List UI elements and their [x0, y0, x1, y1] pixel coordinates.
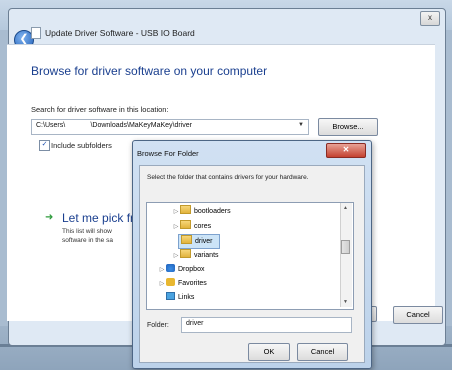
- search-location-label: Search for driver software in this locat…: [31, 105, 169, 114]
- dialog-instruction: Select the folder that contains drivers …: [147, 174, 309, 181]
- page-heading: Browse for driver software on your compu…: [31, 64, 268, 78]
- pick-description-line1: This list will show: [62, 228, 112, 235]
- tree-item-label: driver: [195, 238, 213, 245]
- tree-item-label: cores: [194, 223, 212, 230]
- tree-scrollbar[interactable]: [340, 203, 352, 307]
- tree-item-label: Links: [178, 294, 195, 301]
- expand-arrow-icon[interactable]: ▷: [158, 278, 166, 291]
- expand-arrow-icon[interactable]: ▷: [172, 206, 180, 219]
- folder-name-input[interactable]: [181, 317, 352, 333]
- ok-button[interactable]: OK: [248, 343, 290, 361]
- folder-icon: [181, 235, 192, 244]
- folder-field-label: Folder:: [147, 322, 169, 329]
- folder-name-value: driver: [186, 320, 204, 327]
- expand-arrow-icon[interactable]: ▷: [172, 221, 180, 234]
- tree-item-label: bootloaders: [194, 208, 231, 215]
- folder-icon: [180, 249, 191, 258]
- scroll-down-arrow-icon[interactable]: ▼: [343, 299, 348, 305]
- folder-icon: [180, 220, 191, 229]
- tree-item-driver[interactable]: driver: [178, 234, 220, 249]
- window-close-button[interactable]: x: [420, 11, 440, 26]
- expand-arrow-icon[interactable]: ▷: [172, 250, 180, 263]
- driver-path-value: C:\Users\ \Downloads\MaKeyMaKey\driver: [36, 122, 192, 129]
- dropbox-icon: [166, 264, 175, 272]
- tree-item-links[interactable]: Links: [166, 291, 194, 304]
- window-title: Update Driver Software - USB IO Board: [45, 28, 195, 38]
- include-subfolders-label: Include subfolders: [51, 141, 112, 150]
- tree-scrollbar-thumb[interactable]: [341, 240, 350, 254]
- tree-item-label: variants: [194, 252, 219, 259]
- favorites-icon: [166, 278, 175, 286]
- wizard-cancel-button[interactable]: Cancel: [393, 306, 443, 324]
- path-dropdown-arrow-icon[interactable]: ▼: [298, 122, 304, 128]
- pick-from-list-link[interactable]: Let me pick fr: [62, 211, 134, 225]
- dialog-cancel-button[interactable]: Cancel: [297, 343, 348, 361]
- tree-item-favorites[interactable]: ▷ Favorites: [158, 277, 207, 290]
- dialog-close-icon[interactable]: ✕: [326, 143, 366, 158]
- green-arrow-icon: ➜: [45, 212, 54, 223]
- folder-icon: [180, 205, 191, 214]
- include-subfolders-checkbox[interactable]: ✓: [39, 140, 50, 151]
- pick-description-line2: software in the sa: [62, 237, 113, 244]
- browse-button[interactable]: Browse...: [318, 118, 378, 136]
- tree-item-dropbox[interactable]: ▷ Dropbox: [158, 263, 204, 276]
- tree-item-label: Favorites: [178, 280, 207, 287]
- expand-arrow-icon[interactable]: ▷: [158, 264, 166, 277]
- tree-item-bootloaders[interactable]: ▷ bootloaders: [172, 205, 231, 218]
- tree-item-label: Dropbox: [178, 266, 205, 273]
- tree-item-cores[interactable]: ▷ cores: [172, 220, 211, 233]
- scroll-up-arrow-icon[interactable]: ▲: [343, 205, 348, 211]
- tree-item-variants[interactable]: ▷ variants: [172, 249, 219, 262]
- dialog-title: Browse For Folder: [137, 149, 199, 158]
- driver-document-icon: [31, 27, 41, 39]
- links-icon: [166, 292, 175, 300]
